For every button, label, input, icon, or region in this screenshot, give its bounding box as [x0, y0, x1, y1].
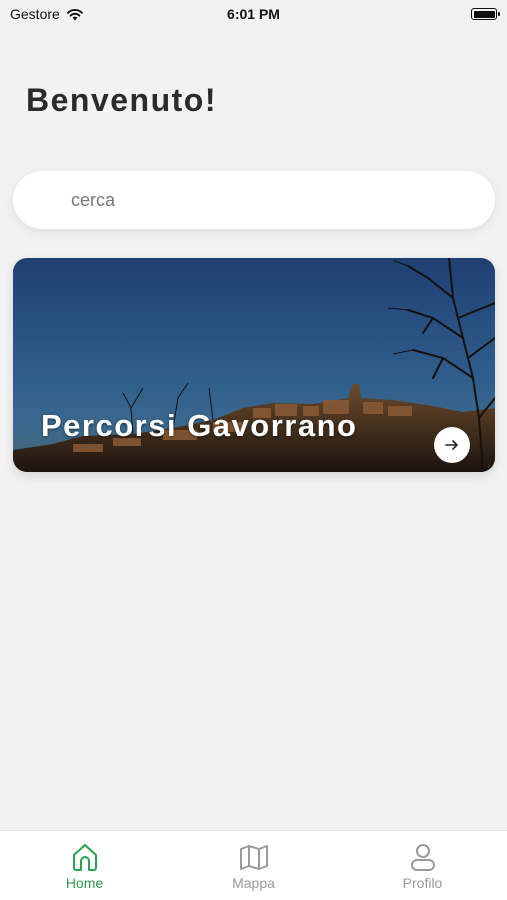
arrow-right-icon	[445, 440, 458, 450]
battery-level	[473, 10, 495, 18]
page-title: Benvenuto!	[26, 82, 217, 118]
nav-label-profile: Profilo	[402, 875, 443, 891]
status-left: Gestore	[10, 6, 84, 22]
home-icon	[72, 844, 97, 871]
status-bar: Gestore 6:01 PM	[0, 0, 507, 28]
nav-item-home[interactable]: Home	[30, 841, 140, 891]
nav-label-map: Mappa	[232, 875, 275, 891]
card-arrow-button[interactable]	[434, 427, 470, 463]
search-bar[interactable]	[13, 171, 495, 229]
profile-icon	[410, 844, 435, 871]
route-card[interactable]: Percorsi Gavorrano	[13, 258, 495, 472]
battery-icon	[471, 8, 500, 20]
nav-item-profile[interactable]: Profilo	[368, 841, 478, 891]
nav-item-map[interactable]: Mappa	[199, 841, 309, 891]
bottom-nav: Home Mappa Profilo	[0, 830, 507, 900]
map-icon	[239, 845, 268, 870]
wifi-icon	[66, 8, 83, 20]
carrier-name: Gestore	[10, 6, 60, 22]
search-input[interactable]	[71, 189, 495, 211]
nav-label-home: Home	[65, 875, 104, 891]
card-title: Percorsi Gavorrano	[41, 408, 358, 443]
